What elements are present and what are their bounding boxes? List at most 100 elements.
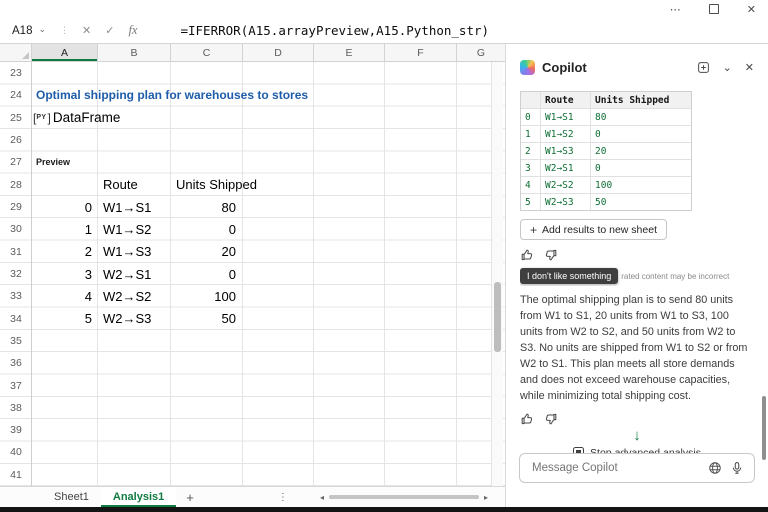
cell-B33[interactable]: W2→S2: [98, 285, 171, 307]
name-box-value[interactable]: A18: [12, 25, 32, 37]
grid-area[interactable]: 23 24 25 26 27 28 29 30 31 32 33 34 35 3…: [0, 62, 505, 487]
enter-button[interactable]: ✓: [98, 24, 121, 37]
panel-chevron-down-icon[interactable]: ⌄: [723, 61, 732, 74]
grid-row-28: Route Units Shipped: [0, 174, 243, 196]
route-value: W1→S3: [98, 244, 151, 259]
cell-A33[interactable]: 4: [32, 285, 98, 307]
name-box[interactable]: A18 ⌄: [0, 18, 54, 43]
units-value: 0: [171, 222, 243, 237]
cell-B32[interactable]: W2→S1: [98, 263, 171, 285]
cell-C34[interactable]: 50: [171, 308, 243, 330]
microphone-icon[interactable]: [730, 461, 744, 475]
add-results-label: Add results to new sheet: [542, 224, 657, 236]
sheet-tab-sheet1[interactable]: Sheet1: [42, 487, 101, 507]
table-cell: W2→S3: [541, 194, 591, 210]
column-header-c[interactable]: C: [171, 44, 243, 61]
cell-A29[interactable]: 0: [32, 196, 98, 218]
cell-C28[interactable]: Units Shipped: [171, 174, 243, 196]
cell-A25[interactable]: [ PY ] DataFrame: [32, 107, 120, 129]
grid-row-27: Preview: [0, 151, 98, 173]
row-header[interactable]: 38: [0, 397, 32, 419]
cell-B29[interactable]: W1→S1: [98, 196, 171, 218]
cell-C30[interactable]: 0: [171, 218, 243, 240]
sheet-tab-bar: Sheet1 Analysis1 + ⋮ ◂ ▸: [0, 486, 505, 507]
horizontal-scroll-track[interactable]: [327, 492, 481, 502]
table-header-row: Route Units Shipped: [521, 92, 691, 109]
row-header[interactable]: 41: [0, 464, 32, 486]
scroll-right-icon[interactable]: ▸: [481, 493, 491, 502]
vertical-scrollbar-thumb[interactable]: [494, 282, 501, 352]
cell-C32[interactable]: 0: [171, 263, 243, 285]
row-header[interactable]: 35: [0, 330, 32, 352]
thumbs-up-button[interactable]: [520, 412, 534, 426]
scroll-left-icon[interactable]: ◂: [317, 493, 327, 502]
table-cell: W2→S1: [541, 160, 591, 176]
row-header[interactable]: 40: [0, 441, 32, 463]
add-sheet-button[interactable]: +: [176, 487, 204, 507]
more-options-icon[interactable]: ⋯: [670, 3, 681, 16]
row-header[interactable]: 39: [0, 419, 32, 441]
cancel-button[interactable]: ✕: [75, 24, 98, 37]
units-column-header: Units Shipped: [591, 92, 691, 108]
tab-options-icon[interactable]: ⋮: [270, 487, 296, 507]
row-header[interactable]: 37: [0, 374, 32, 396]
column-header-b[interactable]: B: [98, 44, 171, 61]
table-cell: 0: [521, 109, 541, 125]
cell-B30[interactable]: W1→S2: [98, 218, 171, 240]
cell-A31[interactable]: 2: [32, 241, 98, 263]
column-header-g[interactable]: G: [457, 44, 505, 61]
column-header-d[interactable]: D: [243, 44, 314, 61]
cell-A24[interactable]: Optimal shipping plan for warehouses to …: [32, 84, 98, 106]
table-cell: W1→S1: [541, 109, 591, 125]
copilot-message-box[interactable]: [519, 453, 755, 483]
add-results-button[interactable]: + Add results to new sheet: [520, 219, 667, 240]
cell-B34[interactable]: W2→S3: [98, 308, 171, 330]
row-header[interactable]: 26: [0, 129, 32, 151]
row-header[interactable]: 36: [0, 352, 32, 374]
units-value: 100: [171, 289, 243, 304]
select-all-corner[interactable]: [0, 44, 32, 61]
row-index: 4: [32, 289, 98, 304]
cell-B28[interactable]: Route: [98, 174, 171, 196]
table-row: 2 W1→S3 20: [521, 143, 691, 160]
chevron-down-icon[interactable]: ⌄: [38, 24, 46, 35]
column-header-f[interactable]: F: [385, 44, 457, 61]
table-row: 1 W1→S2 0: [521, 126, 691, 143]
horizontal-scrollbar[interactable]: ◂ ▸: [317, 487, 505, 507]
thumbs-down-button[interactable]: [544, 412, 558, 426]
table-cell: W1→S3: [541, 143, 591, 159]
message-input[interactable]: [530, 461, 700, 475]
vertical-scrollbar[interactable]: [491, 62, 503, 487]
panel-close-icon[interactable]: ✕: [745, 61, 754, 74]
new-chat-icon[interactable]: [697, 61, 710, 74]
cell-A34[interactable]: 5: [32, 308, 98, 330]
column-header-a[interactable]: A: [32, 44, 98, 61]
horizontal-scrollbar-thumb[interactable]: [329, 495, 479, 499]
scroll-to-bottom-icon[interactable]: ↓: [520, 428, 754, 444]
table-cell: W2→S2: [541, 177, 591, 193]
close-window-icon[interactable]: ✕: [747, 3, 756, 16]
restore-window-icon[interactable]: [709, 4, 719, 14]
cell-C29[interactable]: 80: [171, 196, 243, 218]
cell-A30[interactable]: 1: [32, 218, 98, 240]
row-header[interactable]: 23: [0, 62, 32, 84]
table-cell: 5: [521, 194, 541, 210]
formula-input[interactable]: =IFERROR(A15.arrayPreview,A15.Python_str…: [180, 23, 489, 38]
panel-scrollbar-thumb[interactable]: [762, 396, 766, 460]
insert-function-button[interactable]: fx: [121, 23, 144, 38]
cell-C31[interactable]: 20: [171, 241, 243, 263]
column-headers: A B C D E F G: [0, 44, 505, 62]
table-cell: 3: [521, 160, 541, 176]
cell-B31[interactable]: W1→S3: [98, 241, 171, 263]
thumbs-down-button[interactable]: [544, 248, 558, 262]
table-row: 4 W2→S2 100: [521, 177, 691, 194]
web-icon[interactable]: [708, 461, 722, 475]
namebox-resize-handle[interactable]: ⋮: [54, 25, 75, 36]
feedback-row: [520, 412, 754, 426]
cell-C33[interactable]: 100: [171, 285, 243, 307]
thumbs-up-button[interactable]: [520, 248, 534, 262]
cell-A27[interactable]: Preview: [32, 151, 98, 173]
cell-A32[interactable]: 3: [32, 263, 98, 285]
column-header-e[interactable]: E: [314, 44, 385, 61]
sheet-tab-analysis1[interactable]: Analysis1: [101, 487, 176, 507]
